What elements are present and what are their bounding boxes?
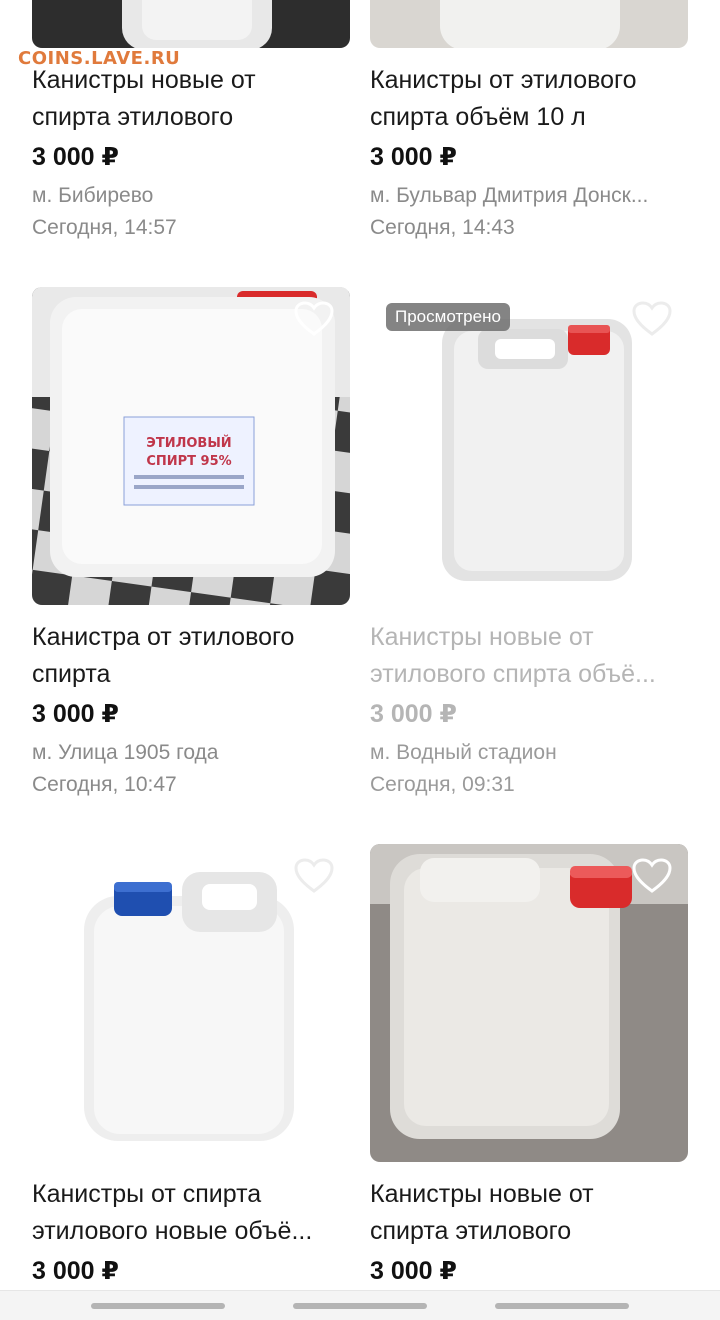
nav-handle[interactable] <box>495 1303 629 1309</box>
listing-photo[interactable] <box>370 844 688 1162</box>
listing-metro: м. Улица 1905 года <box>32 741 219 764</box>
listing-metro: м. Бибирево <box>32 184 154 207</box>
listing-date: Сегодня, 10:47 <box>32 773 177 796</box>
listing-card[interactable]: ЭТИЛОВЫЙ СПИРТ 95% Канистра от этилового… <box>32 287 350 801</box>
watermark: COINS.LAVE.RU <box>18 48 181 69</box>
listing-card-viewed[interactable]: Просмотрено Канистры новые от этилового с… <box>370 287 688 801</box>
favorite-heart-icon[interactable] <box>294 858 334 894</box>
listing-card[interactable]: Канистры от этилового спирта объём 10 л 3… <box>370 0 688 244</box>
label-line2: СПИРТ 95% <box>146 454 231 469</box>
listing-price: 3 000 ₽ <box>32 143 119 171</box>
listing-title[interactable]: Канистры от спирта этилового новые объё..… <box>32 1176 350 1250</box>
favorite-heart-icon[interactable] <box>632 301 672 337</box>
listing-card[interactable]: Канистры новые от спирта этилового 3 000 … <box>32 0 350 244</box>
nav-handle[interactable] <box>293 1303 427 1309</box>
listing-photo[interactable]: Просмотрено <box>370 287 688 605</box>
favorite-heart-icon[interactable] <box>294 301 334 337</box>
listing-price: 3 000 ₽ <box>370 700 457 728</box>
listing-price: 3 000 ₽ <box>32 1257 119 1285</box>
listing-title[interactable]: Канистра от этилового спирта <box>32 619 350 693</box>
bottom-navigation-bar <box>0 1290 720 1320</box>
nav-handle[interactable] <box>91 1303 225 1309</box>
listing-date: Сегодня, 14:57 <box>32 216 177 239</box>
listing-card[interactable]: Канистры от спирта этилового новые объё..… <box>32 844 350 1288</box>
listing-title[interactable]: Канистры новые от спирта этилового <box>370 1176 688 1250</box>
listing-metro: м. Бульвар Дмитрия Донск... <box>370 184 649 207</box>
listing-metro: м. Водный стадион <box>370 741 557 764</box>
listing-title[interactable]: Канистры новые от спирта этилового <box>32 62 350 136</box>
listing-price: 3 000 ₽ <box>32 700 119 728</box>
listing-price: 3 000 ₽ <box>370 1257 457 1285</box>
viewed-badge: Просмотрено <box>386 303 510 331</box>
favorite-heart-icon[interactable] <box>632 858 672 894</box>
listing-photo[interactable]: ЭТИЛОВЫЙ СПИРТ 95% <box>32 287 350 605</box>
listing-title[interactable]: Канистры новые от этилового спирта объё..… <box>370 619 688 693</box>
listing-photo[interactable] <box>32 0 350 48</box>
listing-title[interactable]: Канистры от этилового спирта объём 10 л <box>370 62 688 136</box>
label-line1: ЭТИЛОВЫЙ <box>146 435 231 451</box>
listing-photo[interactable] <box>370 0 688 48</box>
listing-price: 3 000 ₽ <box>370 143 457 171</box>
listing-photo[interactable] <box>32 844 350 1162</box>
listing-date: Сегодня, 14:43 <box>370 216 515 239</box>
listing-card[interactable]: Канистры новые от спирта этилового 3 000 … <box>370 844 688 1288</box>
listing-date: Сегодня, 09:31 <box>370 773 515 796</box>
